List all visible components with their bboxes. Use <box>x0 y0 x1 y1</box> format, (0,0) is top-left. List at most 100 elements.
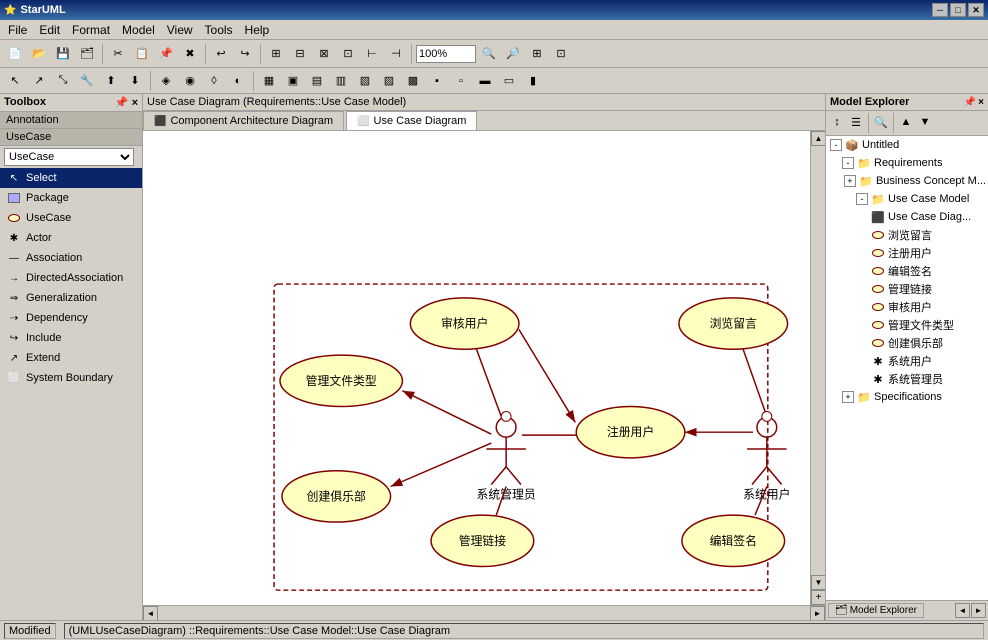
open-button[interactable]: 📂 <box>28 43 50 65</box>
tb2-16[interactable]: ▨ <box>378 70 400 92</box>
zoom-actual-button[interactable]: ⊡ <box>550 43 572 65</box>
delete-button[interactable]: ✖ <box>179 43 201 65</box>
model-explorer-tree[interactable]: - 📦 Untitled - 📁 Requirements + 📁 Busine… <box>826 136 988 600</box>
tool-directed-assoc[interactable]: → DirectedAssociation <box>0 268 142 288</box>
tool-dependency[interactable]: ⇢ Dependency <box>0 308 142 328</box>
copy-button[interactable]: 📋 <box>131 43 153 65</box>
tree-item-managelink[interactable]: 管理链接 <box>826 280 988 298</box>
redo-button[interactable]: ↪ <box>234 43 256 65</box>
tree-requirements-toggle[interactable]: - <box>842 157 854 169</box>
tb2-17[interactable]: ▩ <box>402 70 424 92</box>
tb2-2[interactable]: ↗ <box>28 70 50 92</box>
tree-business-concept[interactable]: + 📁 Business Concept M... <box>826 172 988 190</box>
tb2-4[interactable]: 🔧 <box>76 70 98 92</box>
tb-extra1[interactable]: ⊞ <box>265 43 287 65</box>
close-button[interactable]: ✕ <box>968 3 984 17</box>
toolbox-section-annotation[interactable]: Annotation <box>0 112 142 129</box>
toolbox-combo[interactable]: UseCase <box>4 148 134 166</box>
tree-item-browse[interactable]: 浏览留言 <box>826 226 988 244</box>
tb2-7[interactable]: ◈ <box>155 70 177 92</box>
paste-button[interactable]: 📌 <box>155 43 177 65</box>
tree-root-toggle[interactable]: - <box>830 139 842 151</box>
tb2-19[interactable]: ▫ <box>450 70 472 92</box>
tool-generalization[interactable]: ⇒ Generalization <box>0 288 142 308</box>
tree-usecase-model[interactable]: - 📁 Use Case Model <box>826 190 988 208</box>
tree-item-sysadmin[interactable]: ✱ 系统管理员 <box>826 370 988 388</box>
tool-package[interactable]: Package <box>0 188 142 208</box>
tree-specs-toggle[interactable]: + <box>842 391 854 403</box>
scroll-track-h[interactable] <box>158 607 810 619</box>
tb2-14[interactable]: ▥ <box>330 70 352 92</box>
zoom-out-button[interactable]: 🔎 <box>502 43 524 65</box>
maximize-button[interactable]: □ <box>950 3 966 17</box>
tb-extra3[interactable]: ⊠ <box>313 43 335 65</box>
undo-button[interactable]: ↩ <box>210 43 232 65</box>
me-pin-button[interactable]: 📌 <box>964 97 976 108</box>
new-button[interactable]: 📄 <box>4 43 26 65</box>
tb2-18[interactable]: ▪ <box>426 70 448 92</box>
tb2-20[interactable]: ▬ <box>474 70 496 92</box>
tb2-9[interactable]: ◊ <box>203 70 225 92</box>
me-filter-button[interactable]: ☰ <box>847 113 865 131</box>
diagram-canvas[interactable]: 系统管理员 系统用户 审核用户 浏览留言 管理文 <box>143 131 810 605</box>
tool-select[interactable]: ↖ Select <box>0 168 142 188</box>
tool-association[interactable]: — Association <box>0 248 142 268</box>
tb2-12[interactable]: ▣ <box>282 70 304 92</box>
tree-item-sysuser[interactable]: ✱ 系统用户 <box>826 352 988 370</box>
tree-specifications[interactable]: + 📁 Specifications <box>826 388 988 406</box>
scroll-expand-button[interactable]: + <box>811 590 825 605</box>
zoom-input[interactable] <box>416 45 476 63</box>
tb-extra2[interactable]: ⊟ <box>289 43 311 65</box>
me-up-button[interactable]: ▲ <box>897 113 915 131</box>
tb2-15[interactable]: ▧ <box>354 70 376 92</box>
tree-item-editsig[interactable]: 编辑签名 <box>826 262 988 280</box>
me-nav-left[interactable]: ◄ <box>955 603 970 618</box>
scroll-up-button[interactable]: ▲ <box>811 131 825 146</box>
tb2-3[interactable]: ⤡ <box>52 70 74 92</box>
menu-tools[interactable]: Tools <box>199 21 239 39</box>
tree-item-managefile[interactable]: 管理文件类型 <box>826 316 988 334</box>
menu-view[interactable]: View <box>161 21 199 39</box>
me-nav-right[interactable]: ► <box>971 603 986 618</box>
tb-extra6[interactable]: ⊣ <box>385 43 407 65</box>
zoom-fit-button[interactable]: ⊞ <box>526 43 548 65</box>
minimize-button[interactable]: ─ <box>932 3 948 17</box>
tab-usecase[interactable]: ⬜ Use Case Diagram <box>346 111 477 130</box>
tool-include[interactable]: ↪ Include <box>0 328 142 348</box>
zoom-in-button[interactable]: 🔍 <box>478 43 500 65</box>
tree-ucm-toggle[interactable]: - <box>856 193 868 205</box>
me-tab-button[interactable]: 🗂 Model Explorer <box>828 603 924 618</box>
tb2-6[interactable]: ⬇ <box>124 70 146 92</box>
me-close-button[interactable]: × <box>978 97 984 108</box>
tb2-1[interactable]: ↖ <box>4 70 26 92</box>
tb2-11[interactable]: ▦ <box>258 70 280 92</box>
menu-file[interactable]: File <box>2 21 33 39</box>
menu-edit[interactable]: Edit <box>33 21 66 39</box>
tb2-8[interactable]: ◉ <box>179 70 201 92</box>
tb2-5[interactable]: ⬆ <box>100 70 122 92</box>
tree-biz-toggle[interactable]: + <box>844 175 856 187</box>
toolbox-pin[interactable]: 📌 × <box>115 96 138 109</box>
scroll-down-button[interactable]: ▼ <box>811 575 825 590</box>
scroll-left-button[interactable]: ◄ <box>143 606 158 621</box>
tree-root[interactable]: - 📦 Untitled <box>826 136 988 154</box>
tool-extend[interactable]: ↗ Extend <box>0 348 142 368</box>
tb2-21[interactable]: ▭ <box>498 70 520 92</box>
me-search-button[interactable]: 🔍 <box>872 113 890 131</box>
me-sort-button[interactable]: ↕ <box>828 113 846 131</box>
tree-requirements[interactable]: - 📁 Requirements <box>826 154 988 172</box>
tree-item-createclub[interactable]: 创建俱乐部 <box>826 334 988 352</box>
toolbox-section-usecase[interactable]: UseCase <box>0 129 142 146</box>
menu-help[interactable]: Help <box>239 21 276 39</box>
menu-model[interactable]: Model <box>116 21 161 39</box>
save-button[interactable]: 💾 <box>52 43 74 65</box>
save-all-button[interactable]: 🗂 <box>76 43 98 65</box>
tool-usecase[interactable]: UseCase <box>0 208 142 228</box>
tb2-22[interactable]: ▮ <box>522 70 544 92</box>
tool-actor[interactable]: ✱ Actor <box>0 228 142 248</box>
tree-uc-diagram[interactable]: ⬛ Use Case Diag... <box>826 208 988 226</box>
me-down-button[interactable]: ▼ <box>916 113 934 131</box>
scroll-right-button[interactable]: ► <box>810 606 825 621</box>
tree-item-review[interactable]: 审核用户 <box>826 298 988 316</box>
tab-component-architecture[interactable]: ⬛ Component Architecture Diagram <box>143 111 344 130</box>
